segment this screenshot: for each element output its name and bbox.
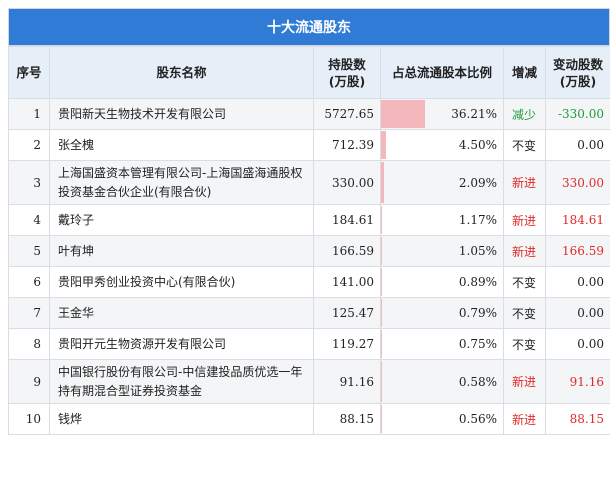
row-name: 张全槐	[49, 129, 314, 161]
row-change: 新进	[503, 235, 546, 267]
table-row: 7 王金华 125.47 0.79% 不变 0.00	[8, 297, 610, 329]
ratio-value: 1.17%	[458, 213, 497, 227]
row-ratio: 4.50%	[380, 129, 504, 161]
table-row: 10 钱烨 88.15 0.56% 新进 88.15	[8, 403, 610, 435]
row-name: 中国银行股份有限公司-中信建投品质优选一年持有期混合型证券投资基金	[49, 359, 314, 404]
row-name: 贵阳甲秀创业投资中心(有限合伙)	[49, 266, 314, 298]
row-index: 5	[8, 235, 50, 267]
ratio-value: 0.79%	[458, 306, 497, 320]
row-name: 王金华	[49, 297, 314, 329]
ratio-value: 1.05%	[458, 244, 497, 258]
row-ratio: 36.21%	[380, 98, 504, 130]
header-row: 序号 股东名称 持股数 (万股) 占总流通股本比例 增减 变动股数 (万股)	[8, 46, 610, 99]
row-ratio: 0.89%	[380, 266, 504, 298]
row-name: 贵阳开元生物资源开发有限公司	[49, 328, 314, 360]
row-delta: 88.15	[545, 403, 610, 435]
ratio-value: 36.21%	[451, 107, 497, 121]
row-change: 新进	[503, 204, 546, 236]
table-row: 2 张全槐 712.39 4.50% 不变 0.00	[8, 129, 610, 161]
row-delta: 0.00	[545, 266, 610, 298]
row-index: 3	[8, 160, 50, 205]
row-shares: 119.27	[313, 328, 381, 360]
table-title: 十大流通股东	[8, 8, 610, 46]
header-name: 股东名称	[49, 46, 314, 99]
header-shares: 持股数 (万股)	[313, 46, 381, 99]
row-index: 7	[8, 297, 50, 329]
row-shares: 125.47	[313, 297, 381, 329]
header-index: 序号	[8, 46, 50, 99]
header-ratio: 占总流通股本比例	[380, 46, 504, 99]
header-delta: 变动股数 (万股)	[545, 46, 610, 99]
table-row: 6 贵阳甲秀创业投资中心(有限合伙) 141.00 0.89% 不变 0.00	[8, 266, 610, 298]
row-shares: 91.16	[313, 359, 381, 404]
row-change: 不变	[503, 328, 546, 360]
row-ratio: 0.56%	[380, 403, 504, 435]
row-delta: 330.00	[545, 160, 610, 205]
row-change: 新进	[503, 359, 546, 404]
ratio-value: 0.89%	[458, 275, 497, 289]
row-change: 减少	[503, 98, 546, 130]
row-delta: 184.61	[545, 204, 610, 236]
row-name: 贵阳新天生物技术开发有限公司	[49, 98, 314, 130]
row-shares: 330.00	[313, 160, 381, 205]
row-change: 不变	[503, 266, 546, 298]
row-ratio: 2.09%	[380, 160, 504, 205]
row-shares: 88.15	[313, 403, 381, 435]
row-change: 不变	[503, 297, 546, 329]
row-index: 8	[8, 328, 50, 360]
row-ratio: 0.58%	[380, 359, 504, 404]
row-index: 9	[8, 359, 50, 404]
ratio-value: 4.50%	[458, 138, 497, 152]
row-change: 不变	[503, 129, 546, 161]
row-index: 2	[8, 129, 50, 161]
row-name: 上海国盛资本管理有限公司-上海国盛海通股权投资基金合伙企业(有限合伙)	[49, 160, 314, 205]
ratio-value: 0.56%	[458, 412, 497, 426]
ratio-value: 2.09%	[458, 175, 497, 190]
table-row: 1 贵阳新天生物技术开发有限公司 5727.65 36.21% 减少 -330.…	[8, 98, 610, 130]
row-delta: 166.59	[545, 235, 610, 267]
row-delta: -330.00	[545, 98, 610, 130]
row-index: 6	[8, 266, 50, 298]
ratio-value: 0.58%	[458, 374, 497, 389]
row-shares: 5727.65	[313, 98, 381, 130]
row-delta: 0.00	[545, 129, 610, 161]
table-row: 4 戴玲子 184.61 1.17% 新进 184.61	[8, 204, 610, 236]
header-shares-line2: (万股)	[328, 73, 366, 89]
header-delta-line2: (万股)	[559, 73, 597, 89]
ratio-value: 0.75%	[458, 337, 497, 351]
row-name: 戴玲子	[49, 204, 314, 236]
row-change: 新进	[503, 160, 546, 205]
row-shares: 166.59	[313, 235, 381, 267]
header-shares-line1: 持股数	[328, 56, 366, 72]
row-delta: 0.00	[545, 297, 610, 329]
row-change: 新进	[503, 403, 546, 435]
row-shares: 712.39	[313, 129, 381, 161]
table-row: 8 贵阳开元生物资源开发有限公司 119.27 0.75% 不变 0.00	[8, 328, 610, 360]
row-delta: 0.00	[545, 328, 610, 360]
table-row: 5 叶有坤 166.59 1.05% 新进 166.59	[8, 235, 610, 267]
table-row: 9 中国银行股份有限公司-中信建投品质优选一年持有期混合型证券投资基金 91.1…	[8, 359, 610, 404]
row-delta: 91.16	[545, 359, 610, 404]
header-delta-line1: 变动股数	[552, 56, 603, 72]
row-index: 1	[8, 98, 50, 130]
shareholders-table: 序号 股东名称 持股数 (万股) 占总流通股本比例 增减 变动股数 (万股) 1…	[8, 46, 610, 435]
row-shares: 184.61	[313, 204, 381, 236]
row-index: 10	[8, 403, 50, 435]
row-index: 4	[8, 204, 50, 236]
table-body: 1 贵阳新天生物技术开发有限公司 5727.65 36.21% 减少 -330.…	[8, 98, 610, 435]
row-name: 叶有坤	[49, 235, 314, 267]
header-change: 增减	[503, 46, 546, 99]
row-ratio: 1.17%	[380, 204, 504, 236]
row-ratio: 1.05%	[380, 235, 504, 267]
shareholders-panel: 十大流通股东 序号 股东名称 持股数 (万股) 占总流通股本比例 增减 变动股数	[8, 8, 610, 435]
row-ratio: 0.79%	[380, 297, 504, 329]
row-shares: 141.00	[313, 266, 381, 298]
row-ratio: 0.75%	[380, 328, 504, 360]
row-name: 钱烨	[49, 403, 314, 435]
table-row: 3 上海国盛资本管理有限公司-上海国盛海通股权投资基金合伙企业(有限合伙) 33…	[8, 160, 610, 205]
